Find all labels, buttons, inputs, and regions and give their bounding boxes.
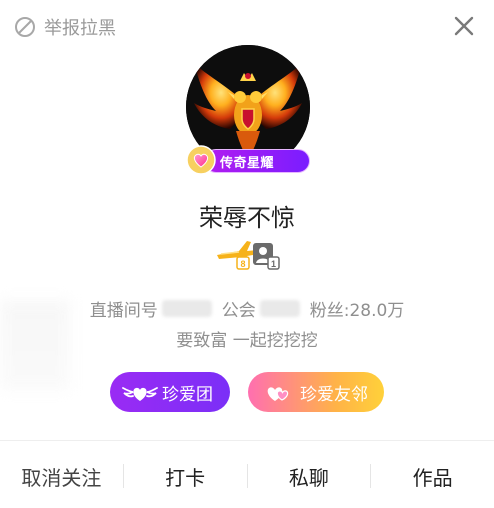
room-number-label: 直播间号 [89, 301, 158, 321]
room-number-redacted [161, 300, 212, 317]
svg-text:1: 1 [271, 259, 276, 269]
group-pills: 珍爱团 珍爱友邻 [110, 372, 384, 412]
friend-neighbor-label: 珍爱友邻 [300, 384, 368, 405]
works-button[interactable]: 作品 [371, 462, 494, 491]
close-icon [454, 16, 474, 36]
level-badges: 8 1 [213, 237, 281, 271]
legend-badge-label: 传奇星耀 [220, 156, 275, 171]
avatar-container[interactable]: 传奇星耀 [184, 43, 312, 175]
report-block-button[interactable]: 举报拉黑 [14, 14, 116, 40]
heart-icon [186, 145, 216, 175]
guild-label: 公会 [221, 301, 256, 321]
private-chat-button[interactable]: 私聊 [248, 462, 371, 491]
user-badge-icon: 1 [253, 243, 280, 270]
friend-neighbor-button[interactable]: 珍爱友邻 [248, 372, 384, 412]
report-block-label: 举报拉黑 [44, 18, 116, 39]
signature: 要致富 一起挖挖挖 [176, 331, 318, 351]
profile-card: 举报拉黑 传奇星耀 荣辱不惊 8 1 直播间号 公会 粉丝: 28.0万 要致富… [0, 0, 494, 508]
unfollow-button[interactable]: 取消关注 [0, 462, 123, 491]
fan-group-label: 珍爱团 [162, 384, 213, 405]
profile-stats: 直播间号 公会 粉丝: 28.0万 [0, 296, 494, 321]
guild-redacted [259, 300, 300, 317]
fans-label: 粉丝: [309, 301, 350, 321]
double-heart-icon [258, 377, 298, 407]
legend-star-badge: 传奇星耀 [186, 145, 310, 175]
checkin-button[interactable]: 打卡 [124, 462, 247, 491]
svg-text:8: 8 [240, 259, 245, 269]
prohibited-icon [14, 16, 36, 38]
divider [0, 440, 494, 441]
nickname: 荣辱不惊 [199, 204, 295, 232]
plane-badge-icon: 8 [217, 241, 259, 270]
action-bar: 取消关注 打卡 私聊 作品 [0, 448, 494, 504]
close-button[interactable] [450, 12, 478, 40]
fan-group-button[interactable]: 珍爱团 [110, 372, 230, 412]
fans-count: 28.0万 [349, 301, 405, 321]
winged-heart-icon [120, 377, 160, 407]
